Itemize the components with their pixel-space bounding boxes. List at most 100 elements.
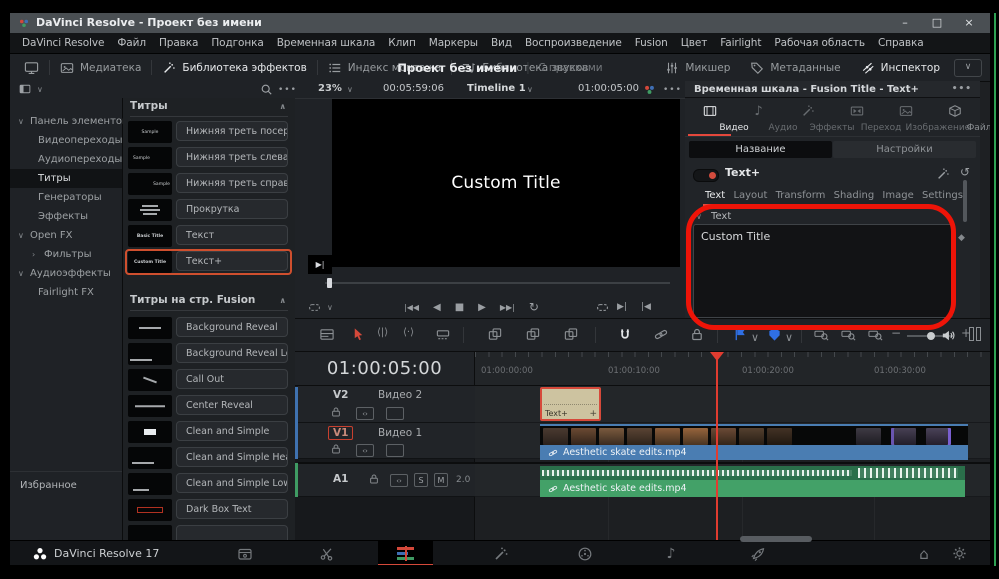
viewer-zoom-level[interactable]: 23% [318, 83, 342, 94]
go-to-end-button[interactable]: ▶▶| [500, 303, 515, 312]
playhead-line[interactable] [716, 352, 718, 540]
title-clip-selected[interactable]: Text+ + [540, 387, 601, 421]
go-to-start-button[interactable]: |◀◀ [404, 303, 419, 312]
section-header-fusion-titles[interactable]: Титры на стр. Fusion∧ [130, 294, 288, 311]
page-deliver[interactable] [738, 541, 778, 565]
close-button[interactable]: × [960, 15, 978, 31]
tree-item-video-transitions[interactable]: Видеопереходы [10, 131, 122, 150]
audio-monitor-icon[interactable] [940, 328, 956, 343]
menu-clip[interactable]: Клип [388, 37, 415, 49]
menu-edit[interactable]: Правка [159, 37, 198, 49]
trim-edit-mode-icon[interactable]: ⟨|⟩ [377, 327, 388, 338]
media-pool-toggle[interactable]: Медиатека [60, 61, 141, 75]
menu-color[interactable]: Цвет [681, 37, 708, 49]
mixer-toggle[interactable]: Микшер [665, 61, 730, 75]
auto-select-icon[interactable]: ‹› [356, 407, 374, 420]
menu-workspace[interactable]: Рабочая область [774, 37, 865, 49]
auto-select-icon[interactable]: ‹› [356, 444, 374, 457]
tab-image[interactable]: Изображение [881, 99, 930, 136]
track-header-a1[interactable]: A1 ‹› S M 2.0 [298, 462, 475, 497]
lock-icon[interactable] [330, 406, 342, 418]
lock-icon[interactable] [330, 443, 342, 455]
lane-a1[interactable]: Aesthetic skate edits.mp4 [475, 462, 990, 497]
menu-markers[interactable]: Маркеры [429, 37, 478, 49]
jump-to-edit-icon[interactable]: ▶| [308, 255, 332, 274]
list-item[interactable]: SampleНижняя треть слева [128, 147, 290, 169]
search-icon[interactable] [260, 83, 273, 96]
tree-item-audio-transitions[interactable]: Аудиопереходы [10, 150, 122, 169]
list-item[interactable]: SampleНижняя треть посере... [128, 121, 290, 143]
loop-range-icon[interactable] [595, 301, 610, 314]
page-media[interactable] [225, 541, 265, 565]
insert-clip-icon[interactable] [487, 327, 503, 342]
tree-item-fairlightfx[interactable]: Fairlight FX [10, 283, 122, 302]
enable-track-icon[interactable] [386, 407, 404, 420]
replace-clip-icon[interactable] [563, 327, 579, 342]
dynamic-trim-mode-icon[interactable]: ⟨·⟩ [403, 327, 414, 338]
inspector-toggle[interactable]: Инспектор [861, 61, 940, 75]
favorites-section[interactable]: Избранное [10, 471, 122, 491]
effects-library-toggle[interactable]: Библиотека эффектов [162, 61, 306, 75]
next-edit-button[interactable]: ▶| [617, 302, 627, 312]
lane-v2[interactable]: Text+ + [475, 386, 990, 423]
text-group-header[interactable]: ∨ Text [696, 211, 731, 222]
menu-davinci[interactable]: DaVinci Resolve [22, 37, 104, 49]
collapse-icon[interactable]: ∧ [280, 102, 287, 111]
flag-dropdown-icon[interactable]: ∨ [751, 331, 759, 344]
list-item[interactable]: Basic TitleТекст [128, 225, 290, 247]
tab-file[interactable]: Файл [930, 99, 979, 136]
tree-item-effects[interactable]: Эффекты [10, 207, 122, 226]
timeline-lanes[interactable]: Text+ + [475, 386, 990, 540]
panel-layout-dropdown[interactable]: ∨ [37, 85, 43, 94]
tab-audio[interactable]: ♪Аудио [734, 99, 783, 136]
list-item[interactable]: Call Out [128, 369, 290, 391]
page-cut[interactable] [307, 541, 347, 565]
timeline-name[interactable]: Timeline 1 [467, 83, 526, 94]
subtab-layout[interactable]: Layout [733, 190, 767, 201]
timeline-ruler[interactable]: 01:00:00:00 01:00:10:00 01:00:20:00 01:0… [475, 352, 990, 386]
list-item[interactable]: Прокрутка [128, 199, 290, 221]
view-tab-settings[interactable]: Настройки [833, 141, 976, 158]
remote-grab-button[interactable] [24, 60, 39, 75]
keyframe-wand-icon[interactable] [936, 167, 950, 181]
prev-edit-button[interactable]: |◀ [641, 302, 651, 312]
scrubber-knob[interactable] [327, 278, 332, 288]
metadata-toggle[interactable]: Метаданные [750, 61, 840, 75]
tab-video[interactable]: Видео [685, 99, 734, 136]
tree-item-audiofx[interactable]: ∨Аудиоэффекты [10, 264, 122, 283]
panel-layout-icon[interactable] [18, 83, 32, 95]
list-item[interactable]: SampleНижняя треть справа [128, 173, 290, 195]
selection-mode-icon[interactable] [351, 327, 366, 342]
track-header-v1[interactable]: V1 Видео 1 ‹› [298, 423, 475, 459]
razor-edit-mode-icon[interactable] [435, 327, 451, 342]
detail-zoom-icon[interactable] [840, 327, 857, 342]
viewer-scrubber[interactable] [325, 282, 670, 284]
list-item[interactable]: Clean and Simple [128, 421, 290, 443]
inspector-options-menu[interactable]: ••• [952, 81, 972, 98]
list-item[interactable]: Background Reveal Lo... [128, 343, 290, 365]
page-fusion[interactable] [481, 541, 521, 565]
collapse-icon[interactable]: ∧ [280, 296, 287, 305]
mute-button[interactable]: M [434, 473, 448, 487]
timeline-view-options-icon[interactable] [319, 327, 335, 342]
zoom-dropdown-icon[interactable]: ∨ [347, 85, 353, 94]
zoom-out-icon[interactable]: − [891, 326, 901, 340]
section-header-titles[interactable]: Титры∧ [130, 100, 288, 117]
window-titlebar[interactable]: DaVinci Resolve - Проект без имени – □ × [10, 13, 990, 33]
subtab-transform[interactable]: Transform [776, 190, 826, 201]
viewer-options-menu[interactable]: ••• [663, 85, 682, 95]
menu-fusion[interactable]: Fusion [635, 37, 668, 49]
marker-dropdown-icon[interactable]: ∨ [785, 331, 793, 344]
tree-item-generators[interactable]: Генераторы [10, 188, 122, 207]
list-item[interactable]: Center Reveal [128, 395, 290, 417]
mode-dropdown-icon[interactable]: ∨ [327, 303, 333, 312]
menu-view[interactable]: Вид [491, 37, 512, 49]
loop-button[interactable]: ↻ [529, 300, 539, 314]
tree-item-toolbox[interactable]: ∨Панель элементов [10, 112, 122, 131]
keyframe-diamond-icon[interactable]: ◆ [958, 233, 965, 243]
project-manager-button[interactable]: ⌂ [904, 541, 944, 565]
view-tab-title[interactable]: Название [689, 141, 832, 158]
settings-button[interactable] [939, 541, 979, 565]
enable-track-icon[interactable] [386, 444, 404, 457]
tab-transition[interactable]: Переход [832, 99, 881, 136]
